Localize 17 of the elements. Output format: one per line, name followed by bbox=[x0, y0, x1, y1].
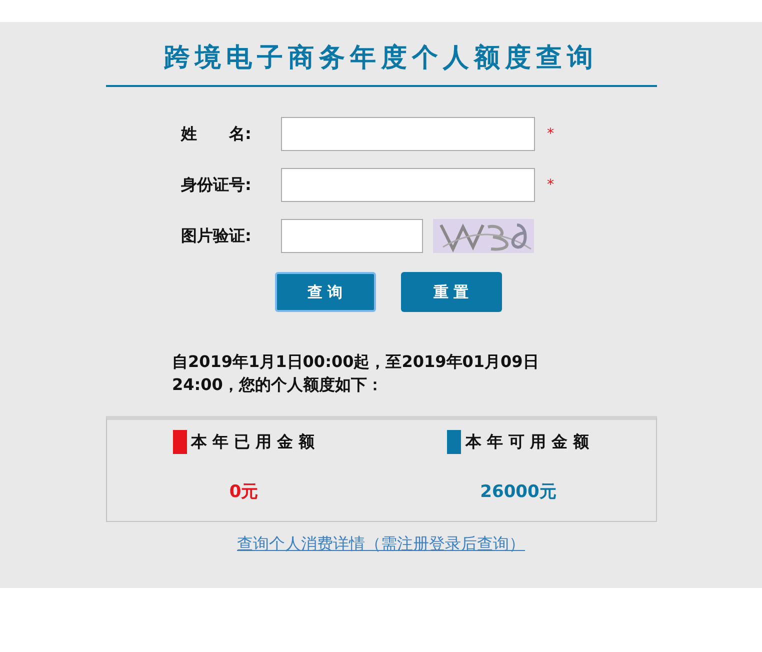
field-label: 姓 名: bbox=[181, 124, 252, 144]
page-title: 跨境电子商务年度个人额度查询 bbox=[106, 40, 656, 87]
input-field[interactable] bbox=[281, 168, 535, 202]
amount-value: 26000元 bbox=[480, 481, 556, 503]
query-button[interactable]: 查 询 bbox=[274, 272, 376, 312]
amount-label: 本 年 已 用 金 额 bbox=[190, 432, 315, 452]
details-link[interactable]: 查询个人消费详情（需注册登录后查询） bbox=[237, 534, 525, 555]
required-mark: * bbox=[547, 177, 554, 193]
amount-value: 0元 bbox=[229, 481, 258, 503]
input-field[interactable] bbox=[281, 117, 535, 151]
field-label: 图片验证: bbox=[181, 226, 252, 246]
field-label: 身份证号: bbox=[181, 174, 252, 196]
reset-button[interactable]: 重 置 bbox=[400, 272, 502, 312]
amount-label: 本 年 可 用 金 额 bbox=[465, 432, 590, 452]
required-mark: * bbox=[547, 126, 554, 142]
quota-notice: 自2019年1月1日00:00起，至2019年01月09日24:00，您的个人额度如下： bbox=[172, 351, 540, 396]
captcha-field[interactable] bbox=[281, 219, 423, 253]
